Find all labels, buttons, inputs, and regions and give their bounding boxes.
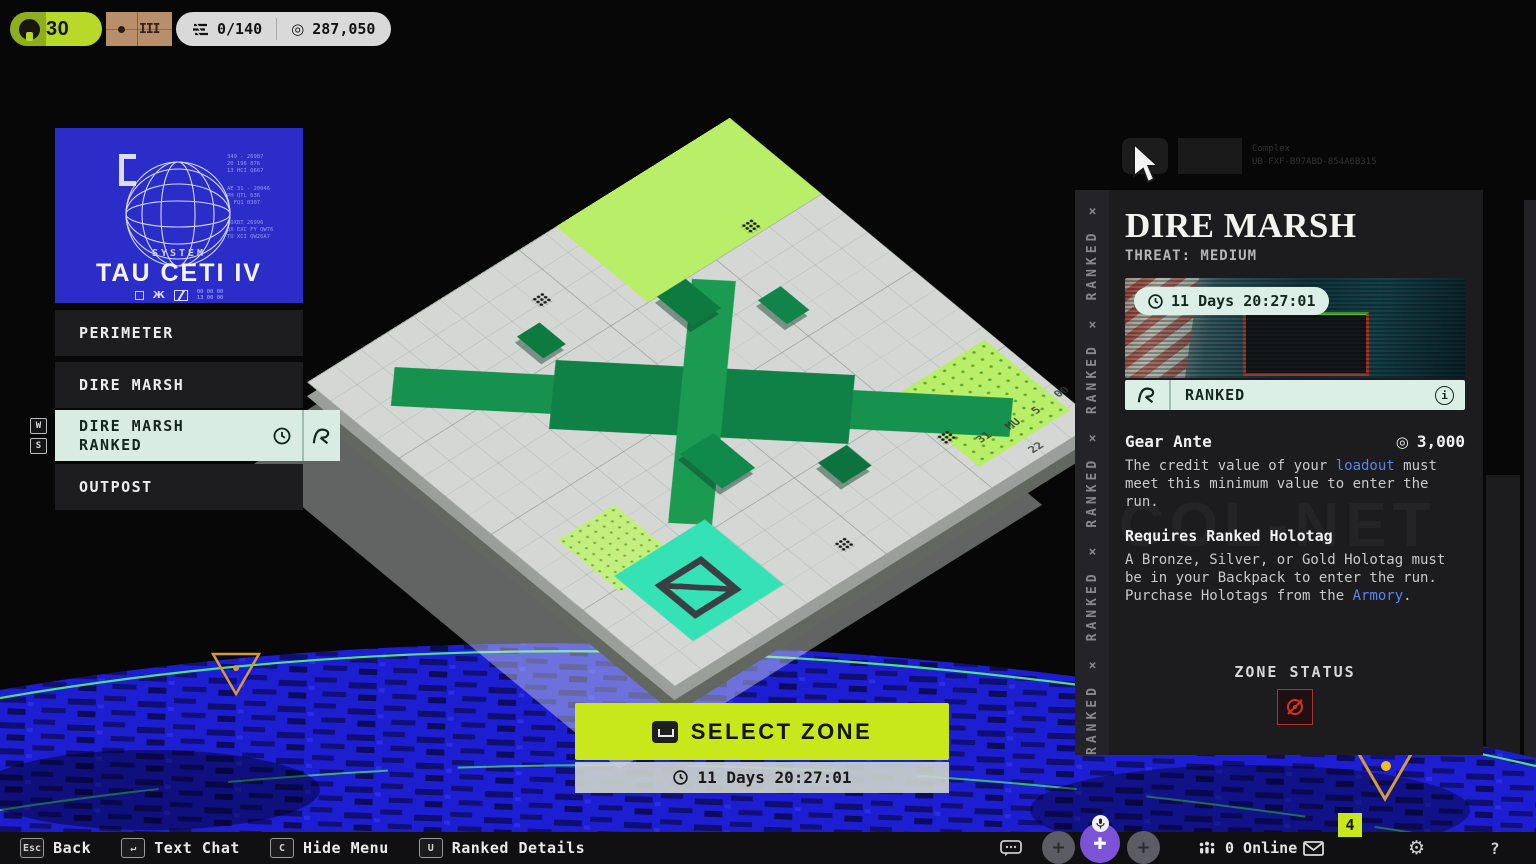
- system-microtext: QOXBT 26996 QX EXC FY QW76 TU XCI QW26A7: [227, 220, 274, 240]
- player-level: 30: [46, 17, 70, 40]
- u-keycap: U: [418, 838, 443, 858]
- select-zone-group: SELECT ZONE 11 Days 20:27:01: [575, 703, 949, 793]
- ranked-icon: [1137, 387, 1155, 404]
- info-icon[interactable]: i: [1435, 385, 1454, 405]
- ranked-mode-label: RANKED: [1185, 386, 1246, 404]
- esc-keycap: Esc: [20, 838, 45, 858]
- map-building: [757, 286, 810, 325]
- c-keycap: C: [269, 838, 294, 858]
- credits-icon: ◎: [1395, 432, 1409, 451]
- system-microtext: 349 - 26987 20 196 876 13 HCI Q667: [227, 154, 264, 174]
- select-zone-button[interactable]: SELECT ZONE: [575, 703, 949, 760]
- map-building: [817, 444, 872, 484]
- divider: [276, 18, 278, 40]
- gear-ante-value: 3,000: [1416, 432, 1465, 451]
- system-label: SYSTEM: [151, 248, 207, 259]
- mic-badge-icon: [1092, 815, 1109, 832]
- scrip-icon: [193, 22, 208, 36]
- back-button[interactable]: Esc Back: [20, 838, 91, 858]
- zone-select-screen: 31 MU 5 00 22 30 III 0/140 ◎ 287,050 349…: [0, 0, 1536, 864]
- zone-label: OUTPOST: [79, 478, 153, 496]
- zone-list-item-dire-marsh-ranked-selected[interactable]: DIRE MARSH RANKED: [55, 410, 340, 461]
- map-edge-label: 22: [1025, 440, 1048, 456]
- zone-title: DIRE MARSH: [1125, 206, 1357, 245]
- text-chat-button[interactable]: ↵ Text Chat: [121, 838, 240, 858]
- key-s: S: [30, 438, 47, 454]
- crosshair-dot-icon: [118, 25, 125, 33]
- loadout-link[interactable]: loadout: [1336, 458, 1395, 474]
- zone-list-item-dire-marsh[interactable]: DIRE MARSH: [55, 362, 303, 408]
- chat-bubble-icon[interactable]: [1000, 840, 1022, 857]
- complex-tag-text: Complex UB-FXF-B97ABD-854A6B315: [1252, 144, 1377, 167]
- system-name: TAU CETI IV: [96, 259, 262, 287]
- zone-thumbnail: 11 Days 20:27:01: [1125, 278, 1465, 378]
- resource-pill[interactable]: 0/140 ◎ 287,050: [176, 12, 392, 46]
- ranked-vertical-strip: RANKED × RANKED × RANKED × RANKED × RANK…: [1075, 190, 1109, 755]
- waypoint-marker-left: [210, 652, 262, 697]
- armory-link[interactable]: Armory: [1353, 588, 1404, 604]
- mail-button[interactable]: 4: [1303, 813, 1362, 864]
- landing-pad-glyph: [654, 555, 742, 619]
- hide-menu-button[interactable]: C Hide Menu: [269, 838, 389, 858]
- zone-label: PERIMETER: [79, 324, 174, 342]
- list-key-hints: W S: [30, 418, 47, 454]
- ranked-icon: [312, 428, 330, 444]
- system-card: 349 - 26987 20 196 876 13 HCI Q667 AE 31…: [55, 128, 303, 303]
- zone-label: DIRE MARSH RANKED: [79, 416, 185, 454]
- scrip-count: 0/140: [217, 20, 263, 38]
- map-marker-cluster: [530, 292, 554, 309]
- credits-count: 287,050: [312, 20, 376, 38]
- zone-label: DIRE MARSH: [79, 376, 185, 394]
- map-building: [516, 322, 566, 359]
- mouse-cursor: [1133, 142, 1161, 184]
- system-footer-code: 00 00 00 13 00 00: [196, 289, 224, 301]
- square-glyph-icon: [134, 290, 144, 300]
- clock-icon: [673, 770, 689, 785]
- map-lime-sector-north: [556, 117, 822, 303]
- threat-level: THREAT: MEDIUM: [1125, 248, 1258, 264]
- settings-gear-icon[interactable]: ⚙: [1408, 832, 1425, 864]
- countdown-value: 11 Days 20:27:01: [697, 768, 852, 787]
- pixel-c-glyph: [119, 154, 136, 186]
- zone-timer: 11 Days 20:27:01: [1171, 292, 1316, 310]
- ranked-mode-bar[interactable]: RANKED i: [1125, 380, 1465, 410]
- rank-tier-tile[interactable]: III: [106, 12, 172, 46]
- slashed-box-icon: [173, 289, 188, 301]
- thumbnail-crate: [1243, 312, 1369, 376]
- mail-count-badge: 4: [1338, 813, 1362, 837]
- ranked-details-button[interactable]: U Ranked Details: [418, 838, 585, 858]
- gear-ante-label: Gear Ante: [1125, 432, 1212, 451]
- zone-detail-panel: RANKED × RANKED × RANKED × RANKED × RANK…: [1075, 190, 1483, 755]
- zone-status-label: ZONE STATUS: [1234, 663, 1356, 681]
- add-party-slot-right[interactable]: +: [1127, 831, 1160, 864]
- sigil-icon: Ж: [152, 289, 165, 301]
- ranked-mode-cell: [302, 410, 340, 461]
- spacebar-key-icon: [651, 720, 678, 743]
- zone-timer-pill: 11 Days 20:27:01: [1134, 287, 1329, 315]
- system-microtext: AE 31 - 20046 PH QTL 636 1 FQ1 0307: [227, 186, 271, 206]
- raider-helmet-icon: [19, 18, 40, 41]
- envelope-icon: [1303, 840, 1324, 856]
- clock-icon: [1148, 293, 1163, 309]
- zone-status-hazard-icon[interactable]: [1277, 689, 1313, 725]
- colnet-watermark: COL-NET: [1119, 490, 1437, 561]
- zone-countdown-bar: 11 Days 20:27:01: [575, 762, 949, 793]
- player-level-badge[interactable]: 30: [10, 12, 102, 46]
- help-button[interactable]: ?: [1490, 832, 1500, 864]
- credits-icon: ◎: [291, 20, 305, 38]
- bottom-bar: Esc Back ↵ Text Chat C Hide Menu U Ranke…: [0, 813, 1536, 864]
- select-zone-label: SELECT ZONE: [690, 718, 873, 744]
- people-icon: [1199, 841, 1215, 854]
- map-marker-cluster: [832, 536, 856, 553]
- zone-list-item-outpost[interactable]: OUTPOST: [55, 464, 303, 510]
- zone-list-item-perimeter[interactable]: PERIMETER: [55, 310, 303, 356]
- add-party-slot-left[interactable]: +: [1042, 831, 1075, 864]
- rank-tier: III: [139, 21, 161, 37]
- online-count[interactable]: 0 Online: [1198, 832, 1297, 864]
- key-w: W: [30, 418, 47, 434]
- complex-logo-icon: [1178, 138, 1242, 174]
- clock-icon: [273, 427, 291, 444]
- enter-keycap: ↵: [121, 838, 146, 858]
